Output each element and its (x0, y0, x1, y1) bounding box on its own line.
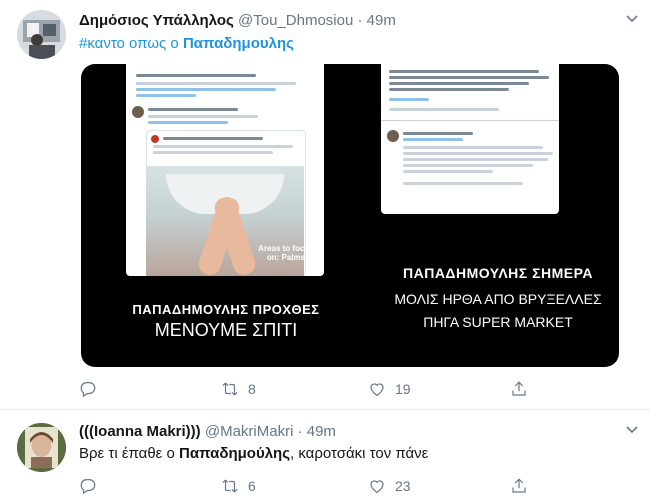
right-caption-line-3: ΠΗΓΑ SUPER MARKET (423, 314, 573, 330)
like-icon (370, 383, 384, 397)
tweet[interactable]: (((Ioanna Makri))) @MakriMakri · 49m Βρε… (0, 411, 650, 502)
chevron-down-icon[interactable] (624, 10, 640, 26)
share-button[interactable] (510, 475, 528, 497)
text-after: , καροτσάκι τον πάνε (290, 445, 429, 462)
tweet-actions: 6 23 (79, 475, 559, 497)
reply-button[interactable] (79, 378, 106, 400)
like-button[interactable]: 23 (368, 475, 411, 497)
embedded-screenshot-right (381, 64, 559, 214)
author-handle[interactable]: @Tou_Dhmosiou (238, 12, 353, 29)
separator: · (357, 12, 363, 29)
tweet-text: #καντο οπως ο Παπαδημουλης (79, 34, 294, 54)
author-name[interactable]: (((Ioanna Makri))) (79, 423, 201, 440)
chevron-down-icon[interactable] (624, 421, 640, 437)
like-count: 23 (395, 478, 411, 494)
right-caption-line-2: ΜΟΛΙΣ ΗΡΘΑ ΑΠΟ ΒΡΥΞΕΛΛΕΣ (394, 291, 602, 307)
left-caption-subtitle: ΜΕΝΟΥΜΕ ΣΠΙΤΙ (154, 320, 298, 340)
retweet-count: 6 (248, 478, 256, 494)
share-icon (512, 381, 526, 396)
tweet-media[interactable]: Areas to focus on: Palms ΠΑΠΑΔΗΜΟΥΛΗΣ ΠΡ… (81, 64, 619, 367)
text-before: Βρε τι έπαθε ο (79, 445, 180, 462)
reply-icon (80, 382, 96, 398)
author-name[interactable]: Δημόσιος Υπάλληλος (79, 12, 234, 29)
hashtag-link[interactable]: #καντο οπως ο Παπαδημουλης (79, 35, 294, 52)
separator: · (297, 423, 303, 440)
retweet-button[interactable]: 8 (221, 378, 256, 400)
avatar[interactable] (17, 10, 66, 59)
embedded-screenshot-left: Areas to focus on: Palms (126, 64, 324, 276)
reply-icon (80, 479, 96, 495)
avatar-image (17, 10, 66, 59)
author-handle[interactable]: @MakriMakri (205, 423, 294, 440)
hashtag-text: #καντο οπως ο (79, 35, 183, 52)
timestamp[interactable]: 49m (367, 12, 396, 29)
retweet-icon (222, 479, 238, 493)
avatar[interactable] (17, 423, 66, 472)
tweet-header: (((Ioanna Makri))) @MakriMakri · 49m (79, 422, 336, 442)
right-caption-title: ΠΑΠΑΔΗΜΟΥΛΗΣ ΣΗΜΕΡΑ (402, 265, 593, 281)
left-caption-title: ΠΑΠΑΔΗΜΟΥΛΗΣ ΠΡΟΧΘΕΣ (132, 302, 320, 317)
avatar-image (17, 423, 66, 472)
hashtag-bold: Παπαδημουλης (182, 35, 294, 52)
reply-button[interactable] (79, 475, 106, 497)
retweet-button[interactable]: 6 (221, 475, 256, 497)
retweet-icon (222, 382, 238, 396)
tweet-actions: 8 19 (79, 378, 559, 400)
video-caption: Areas to focus on: Palms (258, 244, 314, 262)
like-icon (370, 480, 384, 494)
tweet-text: Βρε τι έπαθε ο Παπαδημούλης, καροτσάκι τ… (79, 444, 428, 464)
like-count: 19 (395, 381, 411, 397)
retweet-count: 8 (248, 381, 256, 397)
share-icon (512, 478, 526, 493)
timestamp[interactable]: 49m (307, 423, 336, 440)
text-bold: Παπαδημούλης (179, 445, 291, 462)
tweet-header: Δημόσιος Υπάλληλος @Tou_Dhmosiou · 49m (79, 11, 396, 31)
tweet[interactable]: Δημόσιος Υπάλληλος @Tou_Dhmosiou · 49m #… (0, 0, 650, 410)
share-button[interactable] (510, 378, 528, 400)
like-button[interactable]: 19 (368, 378, 411, 400)
